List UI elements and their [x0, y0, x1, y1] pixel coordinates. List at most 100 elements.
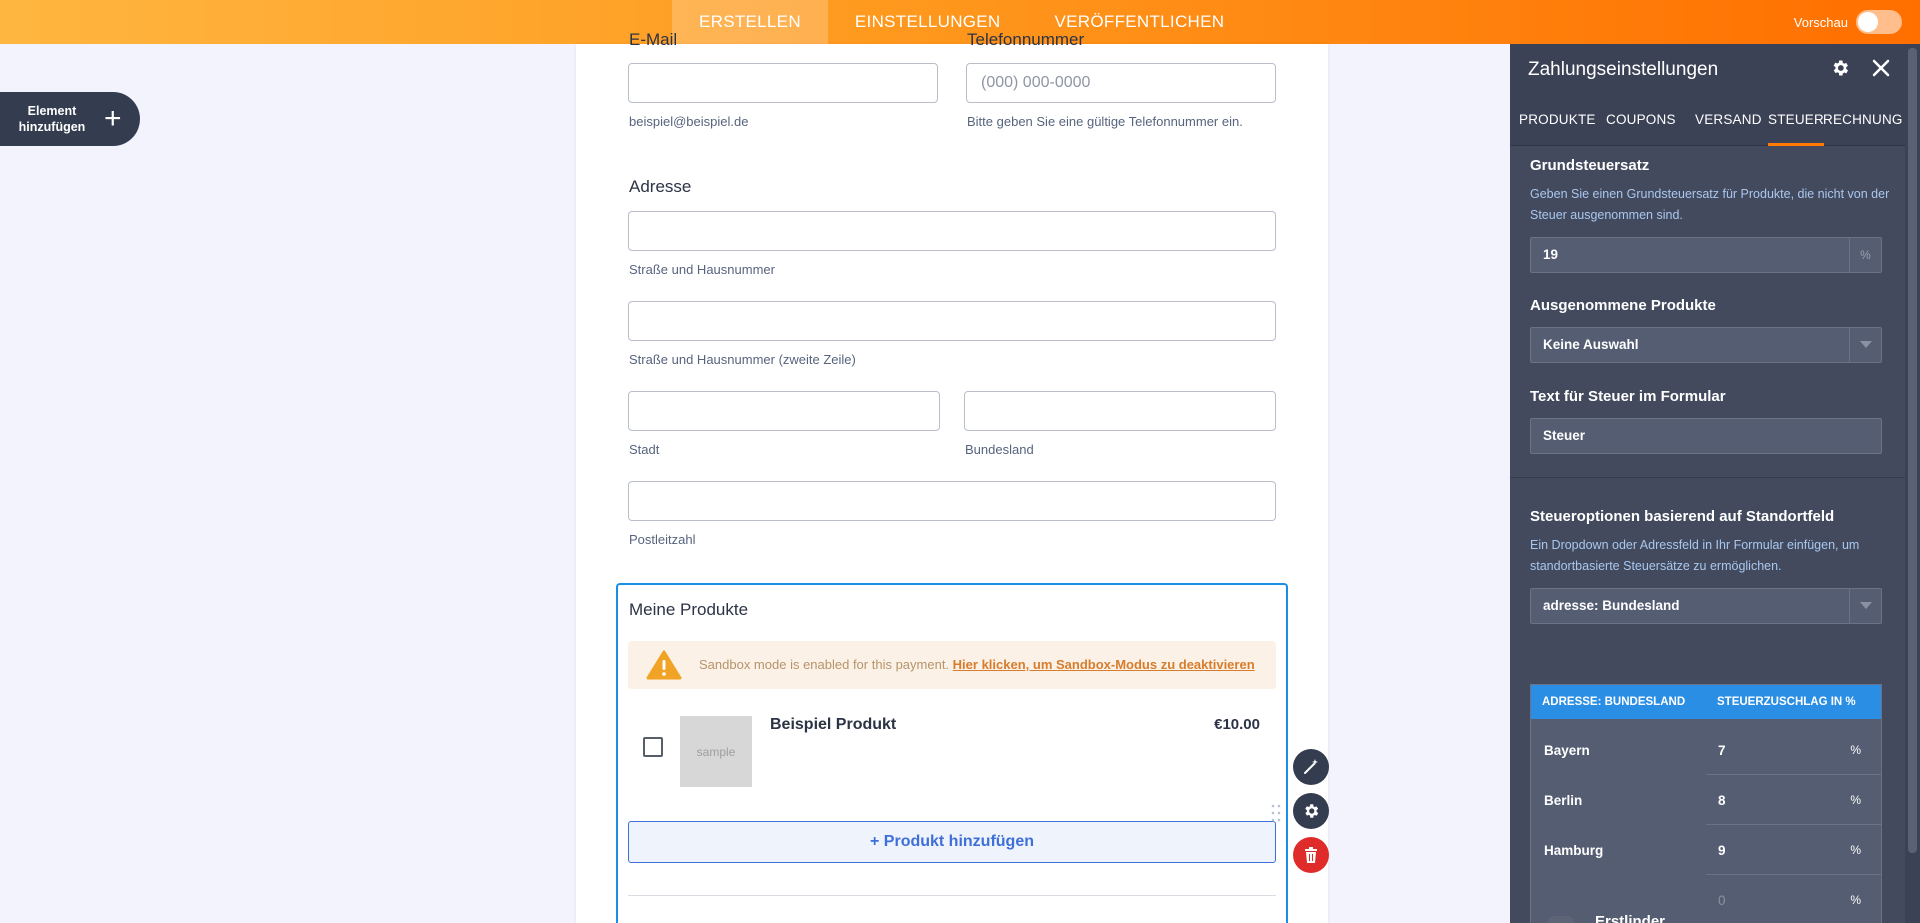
next-section-title: Erstlinder — [1595, 913, 1666, 923]
tax-rates-table: ADRESSE: BUNDESLAND STEUERZUSCHLAG IN % … — [1530, 684, 1882, 923]
street2-sublabel: Straße und Hausnummer (zweite Zeile) — [629, 352, 856, 367]
table-row: Bayern 7 % — [1531, 725, 1881, 775]
chevron-down-icon — [1849, 328, 1881, 362]
location-desc: Ein Dropdown oder Adressfeld in Ihr Form… — [1530, 538, 1860, 573]
location-value: adresse: Bundesland — [1543, 598, 1680, 613]
email-field[interactable] — [628, 63, 938, 103]
street1-sublabel: Straße und Hausnummer — [629, 262, 775, 277]
street2-field[interactable] — [628, 301, 1276, 341]
state-field[interactable] — [964, 391, 1276, 431]
delete-element-button[interactable] — [1293, 837, 1329, 873]
zip-sublabel: Postleitzahl — [629, 532, 696, 547]
location-field-select[interactable]: adresse: Bundesland — [1530, 588, 1882, 624]
city-field[interactable] — [628, 391, 940, 431]
preview-toggle[interactable] — [1856, 10, 1902, 34]
panel-tabs: PRODUKTE COUPONS VERSAND STEUER RECHNUNG — [1510, 94, 1920, 146]
chevron-down-icon — [1849, 589, 1881, 623]
col-header-surcharge: STEUERZUSCHLAG IN % — [1717, 696, 1856, 708]
phone-field[interactable]: (000) 000-0000 — [966, 63, 1276, 103]
percent-suffix: % — [1849, 238, 1881, 272]
sandbox-notice: Sandbox mode is enabled for this payment… — [628, 641, 1276, 689]
element-settings-button[interactable] — [1293, 793, 1329, 829]
warning-icon — [646, 650, 682, 680]
state-name: Bayern — [1544, 743, 1590, 758]
surcharge-value: 0 — [1718, 893, 1726, 908]
scrollbar-thumb[interactable] — [1908, 48, 1917, 853]
top-nav: ERSTELLEN EINSTELLUNGEN VERÖFFENTLICHEN — [672, 0, 1251, 44]
panel-title: Zahlungseinstellungen — [1528, 59, 1719, 80]
products-element[interactable]: Meine Produkte Sandbox mode is enabled f… — [616, 583, 1288, 923]
zip-field[interactable] — [628, 481, 1276, 521]
add-element-button[interactable]: Element hinzufügen + — [0, 92, 140, 146]
gear-icon — [1305, 804, 1319, 818]
drag-handle-icon[interactable] — [1270, 803, 1282, 823]
tax-text-input[interactable]: Steuer — [1530, 418, 1882, 454]
exempt-value: Keine Auswahl — [1543, 337, 1639, 352]
street1-field[interactable] — [628, 211, 1276, 251]
tab-steuer[interactable]: STEUER — [1768, 94, 1824, 146]
gear-icon[interactable] — [1830, 58, 1850, 78]
magic-wand-icon — [1304, 759, 1318, 774]
preview-control: Vorschau — [1794, 0, 1902, 44]
city-sublabel: Stadt — [629, 442, 660, 457]
panel-header: Zahlungseinstellungen — [1510, 44, 1920, 94]
surcharge-input[interactable]: 9 % — [1706, 825, 1881, 875]
email-sublabel: beispiel@beispiel.de — [629, 114, 749, 129]
add-element-line2: hinzufügen — [18, 120, 86, 134]
email-label: E-Mail — [629, 30, 678, 49]
top-bar: ERSTELLEN EINSTELLUNGEN VERÖFFENTLICHEN … — [0, 0, 1920, 44]
phone-label: Telefonnummer — [967, 30, 1085, 49]
product-thumbnail: sample — [680, 716, 752, 787]
trash-icon — [1305, 847, 1317, 863]
surcharge-input[interactable]: 0 % — [1706, 875, 1881, 923]
panel-scrollbar[interactable] — [1905, 44, 1920, 923]
plus-icon: + — [104, 102, 122, 135]
next-section-toggle[interactable] — [1548, 916, 1574, 923]
product-price: €10.00 — [1214, 716, 1260, 733]
tab-produkte[interactable]: PRODUKTE — [1519, 94, 1596, 146]
tab-rechnung[interactable]: RECHNUNG — [1823, 94, 1903, 146]
sandbox-text: Sandbox mode is enabled for this payment… — [699, 657, 1255, 672]
tab-erstellen[interactable]: ERSTELLEN — [672, 0, 828, 44]
surcharge-value: 9 — [1718, 843, 1726, 858]
preview-label: Vorschau — [1793, 14, 1848, 30]
add-product-button[interactable]: + Produkt hinzufügen — [628, 821, 1276, 863]
product-checkbox[interactable] — [643, 737, 663, 757]
tab-versand[interactable]: VERSAND — [1695, 94, 1762, 146]
phone-sublabel: Bitte geben Sie eine gültige Telefonnumm… — [967, 114, 1243, 129]
close-icon[interactable] — [1870, 57, 1892, 79]
base-tax-input[interactable]: 19 % — [1530, 237, 1882, 273]
address-label: Adresse — [629, 177, 692, 196]
product-name: Beispiel Produkt — [770, 716, 897, 733]
location-title: Steueroptionen basierend auf Standortfel… — [1530, 508, 1835, 525]
surcharge-value: 8 — [1718, 793, 1726, 808]
magic-wand-button[interactable] — [1293, 749, 1329, 785]
add-element-line1: Element — [27, 104, 77, 118]
sandbox-message: Sandbox mode is enabled for this payment… — [699, 657, 950, 672]
percent-sign: % — [1850, 793, 1861, 807]
divider — [628, 895, 1276, 896]
state-sublabel: Bundesland — [965, 442, 1034, 457]
base-tax-value: 19 — [1543, 247, 1559, 262]
base-tax-desc: Geben Sie einen Grundsteuersatz für Prod… — [1530, 187, 1890, 222]
section-divider — [1510, 477, 1910, 478]
table-header: ADRESSE: BUNDESLAND STEUERZUSCHLAG IN % — [1531, 685, 1881, 719]
col-header-state: ADRESSE: BUNDESLAND — [1542, 696, 1686, 708]
payment-settings-panel: Zahlungseinstellungen PRODUKTE COUPONS V… — [1510, 44, 1920, 923]
surcharge-input[interactable]: 8 % — [1706, 775, 1881, 825]
tab-coupons[interactable]: COUPONS — [1606, 94, 1676, 146]
table-row: Hamburg 9 % — [1531, 825, 1881, 875]
table-row: Berlin 8 % — [1531, 775, 1881, 825]
exempt-products-select[interactable]: Keine Auswahl — [1530, 327, 1882, 363]
toggle-knob — [1858, 12, 1878, 32]
table-row: 0 % — [1531, 875, 1881, 923]
state-name: Hamburg — [1544, 843, 1604, 858]
surcharge-input[interactable]: 7 % — [1706, 725, 1881, 775]
add-element-label: Element hinzufügen — [0, 103, 104, 135]
percent-sign: % — [1850, 843, 1861, 857]
products-title: Meine Produkte — [629, 600, 749, 619]
tax-text-title: Text für Steuer im Formular — [1530, 388, 1726, 405]
disable-sandbox-link[interactable]: Hier klicken, um Sandbox-Modus zu deakti… — [953, 657, 1255, 672]
base-tax-title: Grundsteuersatz — [1530, 157, 1650, 174]
percent-sign: % — [1850, 743, 1861, 757]
